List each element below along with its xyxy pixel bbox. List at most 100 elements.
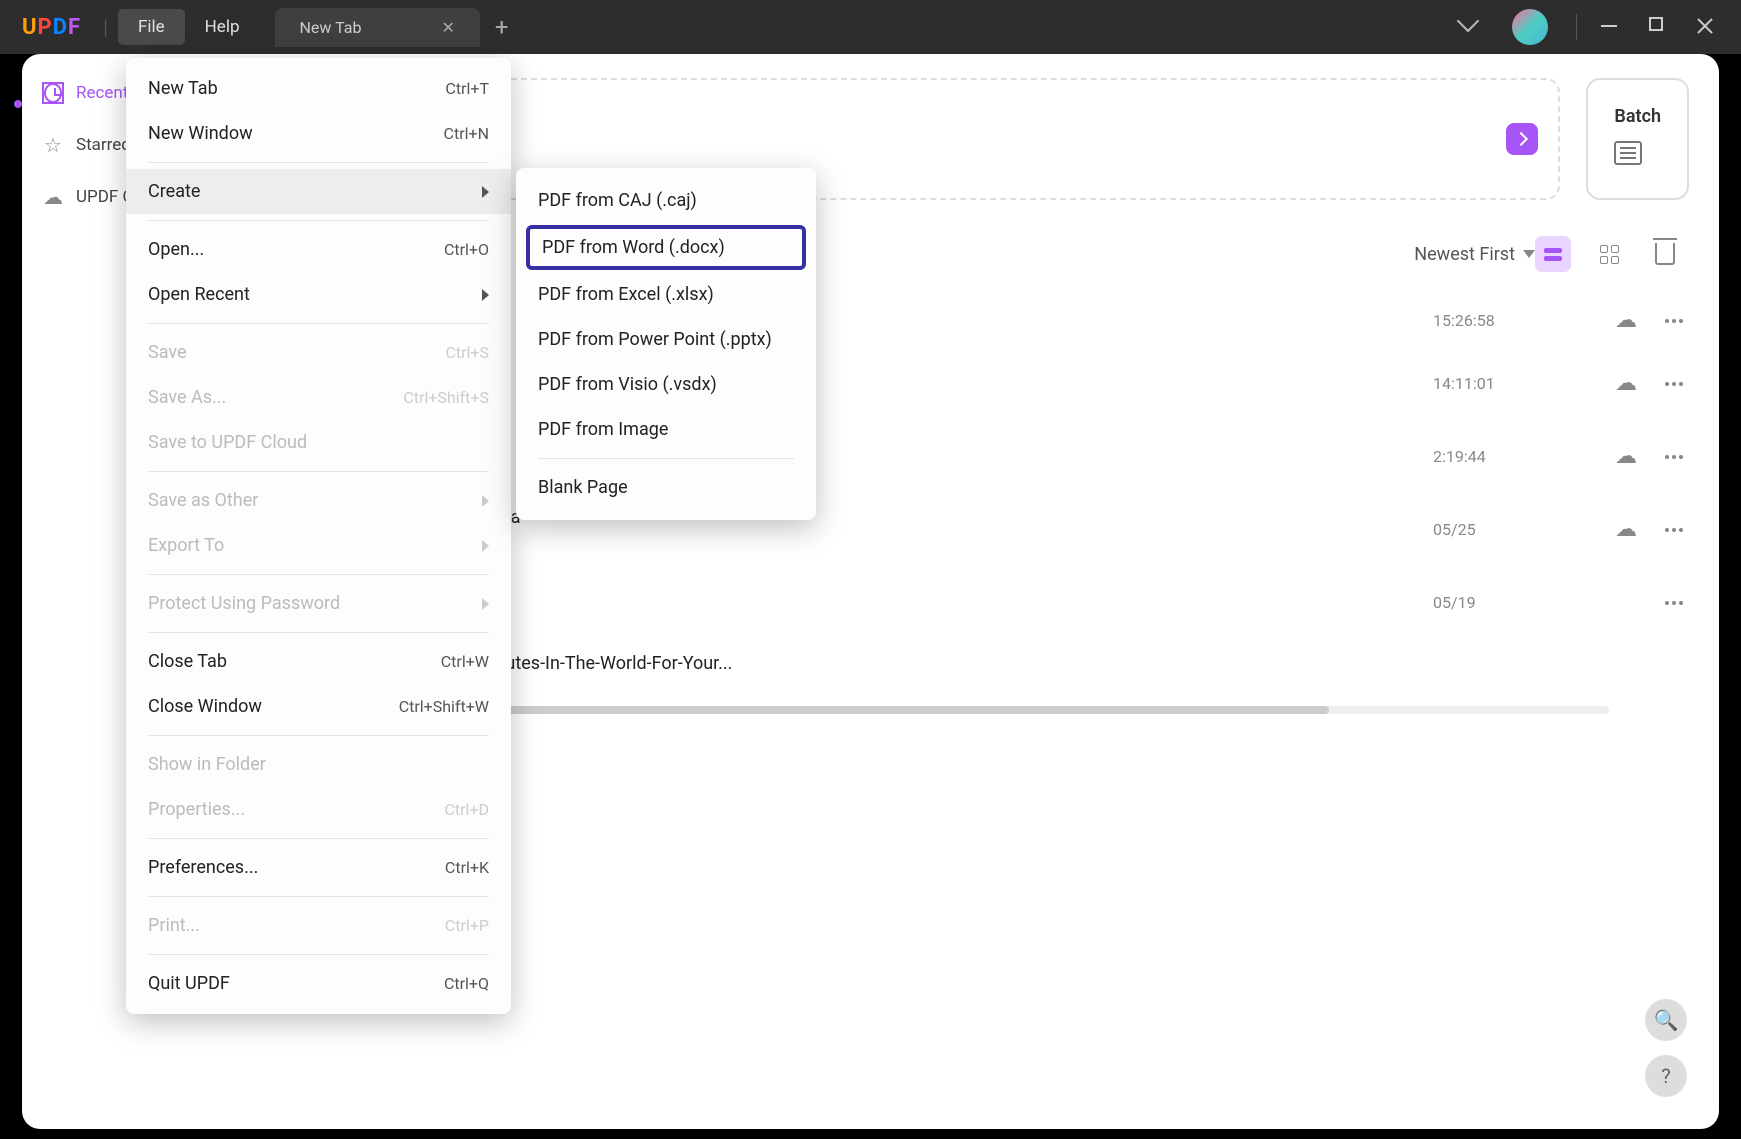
menu-item-new-tab[interactable]: New Tab Ctrl+T	[126, 66, 511, 111]
app-logo: UPDF	[10, 15, 93, 40]
menu-shortcut: Ctrl+W	[441, 652, 489, 671]
list-icon	[1544, 248, 1562, 261]
menu-item-preferences-[interactable]: Preferences... Ctrl+K	[126, 845, 511, 890]
submenu-item-blank-page[interactable]: Blank Page	[516, 465, 816, 510]
menu-item-open-[interactable]: Open... Ctrl+O	[126, 227, 511, 272]
tab-new[interactable]: New Tab ✕	[275, 8, 480, 47]
menu-item-label: Preferences...	[148, 857, 258, 878]
more-icon[interactable]	[1665, 601, 1683, 605]
search-fab[interactable]: 🔍	[1645, 999, 1687, 1041]
star-icon: ☆	[42, 134, 64, 156]
menu-item-show-in-folder: Show in Folder	[126, 742, 511, 787]
submenu-item-pdf-from-caj-caj-[interactable]: PDF from CAJ (.caj)	[516, 178, 816, 223]
menu-shortcut: Ctrl+Shift+S	[403, 388, 489, 407]
menu-item-export-to: Export To	[126, 523, 511, 568]
dropdown-icon[interactable]	[1523, 250, 1535, 258]
menu-item-label: Save as Other	[148, 490, 258, 511]
menu-separator	[148, 162, 489, 163]
chevron-right-icon	[482, 495, 489, 507]
menu-item-properties-: Properties... Ctrl+D	[126, 787, 511, 832]
menu-shortcut: Ctrl+O	[444, 240, 489, 259]
menu-shortcut: Ctrl+D	[444, 800, 489, 819]
submenu-item-pdf-from-visio-vsdx-[interactable]: PDF from Visio (.vsdx)	[516, 362, 816, 407]
menu-separator	[148, 574, 489, 575]
menu-item-print-: Print... Ctrl+P	[126, 903, 511, 948]
menu-item-label: New Tab	[148, 78, 218, 99]
scrollbar-track[interactable]	[337, 706, 1609, 714]
menu-separator	[148, 323, 489, 324]
menu-item-close-window[interactable]: Close WindowCtrl+Shift+W	[126, 684, 511, 729]
tab-label: New Tab	[300, 18, 362, 37]
file-time: 05/25	[1433, 520, 1573, 539]
menu-item-label: Show in Folder	[148, 754, 266, 775]
menu-file[interactable]: File	[118, 9, 185, 45]
arrow-right-icon[interactable]	[1506, 123, 1538, 155]
file-dropdown-menu: New Tab Ctrl+T New Window Ctrl+N Create Open.…	[126, 58, 511, 1014]
submenu-item-pdf-from-power-point-pptx-[interactable]: PDF from Power Point (.pptx)	[516, 317, 816, 362]
menu-item-label: Print...	[148, 915, 200, 936]
menu-item-label: Protect Using Password	[148, 593, 340, 614]
menu-item-label: Open...	[148, 239, 204, 260]
more-icon[interactable]	[1665, 455, 1683, 459]
cloud-icon[interactable]: ☁	[1615, 517, 1637, 542]
view-list-button[interactable]	[1535, 236, 1571, 272]
chevron-down-icon[interactable]	[1460, 17, 1480, 37]
more-icon[interactable]	[1665, 382, 1683, 386]
submenu-item-pdf-from-excel-xlsx-[interactable]: PDF from Excel (.xlsx)	[516, 272, 816, 317]
menu-item-label: Close Tab	[148, 651, 227, 672]
chevron-right-icon	[482, 289, 489, 301]
menu-item-save-to-updf-cloud: Save to UPDF Cloud	[126, 420, 511, 465]
menu-shortcut: Ctrl+N	[444, 124, 489, 143]
divider: |	[103, 15, 108, 39]
cloud-icon[interactable]: ☁	[1615, 308, 1637, 333]
user-avatar[interactable]	[1512, 9, 1548, 45]
question-icon: ?	[1661, 1064, 1670, 1088]
cloud-icon[interactable]: ☁	[1615, 371, 1637, 396]
view-grid-button[interactable]	[1591, 236, 1627, 272]
menu-item-label: Create	[148, 181, 200, 202]
chevron-right-icon	[482, 540, 489, 552]
menu-item-label: Open Recent	[148, 284, 250, 305]
chevron-right-icon	[482, 186, 489, 198]
menu-item-save-as-: Save As...Ctrl+Shift+S	[126, 375, 511, 420]
window-minimize-icon[interactable]	[1601, 17, 1621, 37]
menu-item-create[interactable]: Create	[126, 169, 511, 214]
menu-item-label: Save to UPDF Cloud	[148, 432, 307, 453]
window-maximize-icon[interactable]	[1649, 17, 1669, 37]
menu-help[interactable]: Help	[185, 9, 260, 45]
menu-item-quit-updf[interactable]: Quit UPDFCtrl+Q	[126, 961, 511, 1006]
help-fab[interactable]: ?	[1645, 1055, 1687, 1097]
create-submenu: PDF from CAJ (.caj)PDF from Word (.docx)…	[516, 168, 816, 520]
batch-icon	[1614, 141, 1642, 165]
menu-shortcut: Ctrl+T	[445, 79, 489, 98]
add-tab-button[interactable]: +	[495, 13, 509, 41]
clock-icon	[42, 82, 64, 104]
submenu-item-pdf-from-image[interactable]: PDF from Image	[516, 407, 816, 452]
menu-item-close-tab[interactable]: Close Tab Ctrl+W	[126, 639, 511, 684]
menu-shortcut: Ctrl+P	[445, 916, 489, 935]
menu-separator	[538, 458, 794, 459]
titlebar: UPDF | File Help New Tab ✕ +	[0, 0, 1741, 54]
file-time: 14:11:01	[1433, 374, 1573, 393]
menu-shortcut: Ctrl+Shift+W	[399, 697, 489, 716]
more-icon[interactable]	[1665, 319, 1683, 323]
menu-separator	[148, 471, 489, 472]
window-close-icon[interactable]	[1697, 17, 1717, 37]
more-icon[interactable]	[1665, 528, 1683, 532]
menu-shortcut: Ctrl+K	[445, 858, 489, 877]
delete-button[interactable]	[1647, 236, 1683, 272]
menu-item-label: New Window	[148, 123, 253, 144]
close-tab-icon[interactable]: ✕	[441, 18, 454, 37]
menu-separator	[148, 735, 489, 736]
cloud-icon[interactable]: ☁	[1615, 444, 1637, 469]
menu-separator	[148, 896, 489, 897]
menu-item-new-window[interactable]: New Window Ctrl+N	[126, 111, 511, 156]
submenu-item-pdf-from-word-docx-[interactable]: PDF from Word (.docx)	[526, 225, 806, 270]
menu-item-label: Properties...	[148, 799, 245, 820]
card-title: Batch	[1614, 106, 1661, 127]
file-time: 15:26:58	[1433, 311, 1573, 330]
batch-card[interactable]: Batch	[1586, 78, 1689, 200]
menu-item-label: Save	[148, 342, 187, 363]
menu-item-open-recent[interactable]: Open Recent	[126, 272, 511, 317]
sort-dropdown[interactable]: Newest First	[1414, 244, 1515, 265]
